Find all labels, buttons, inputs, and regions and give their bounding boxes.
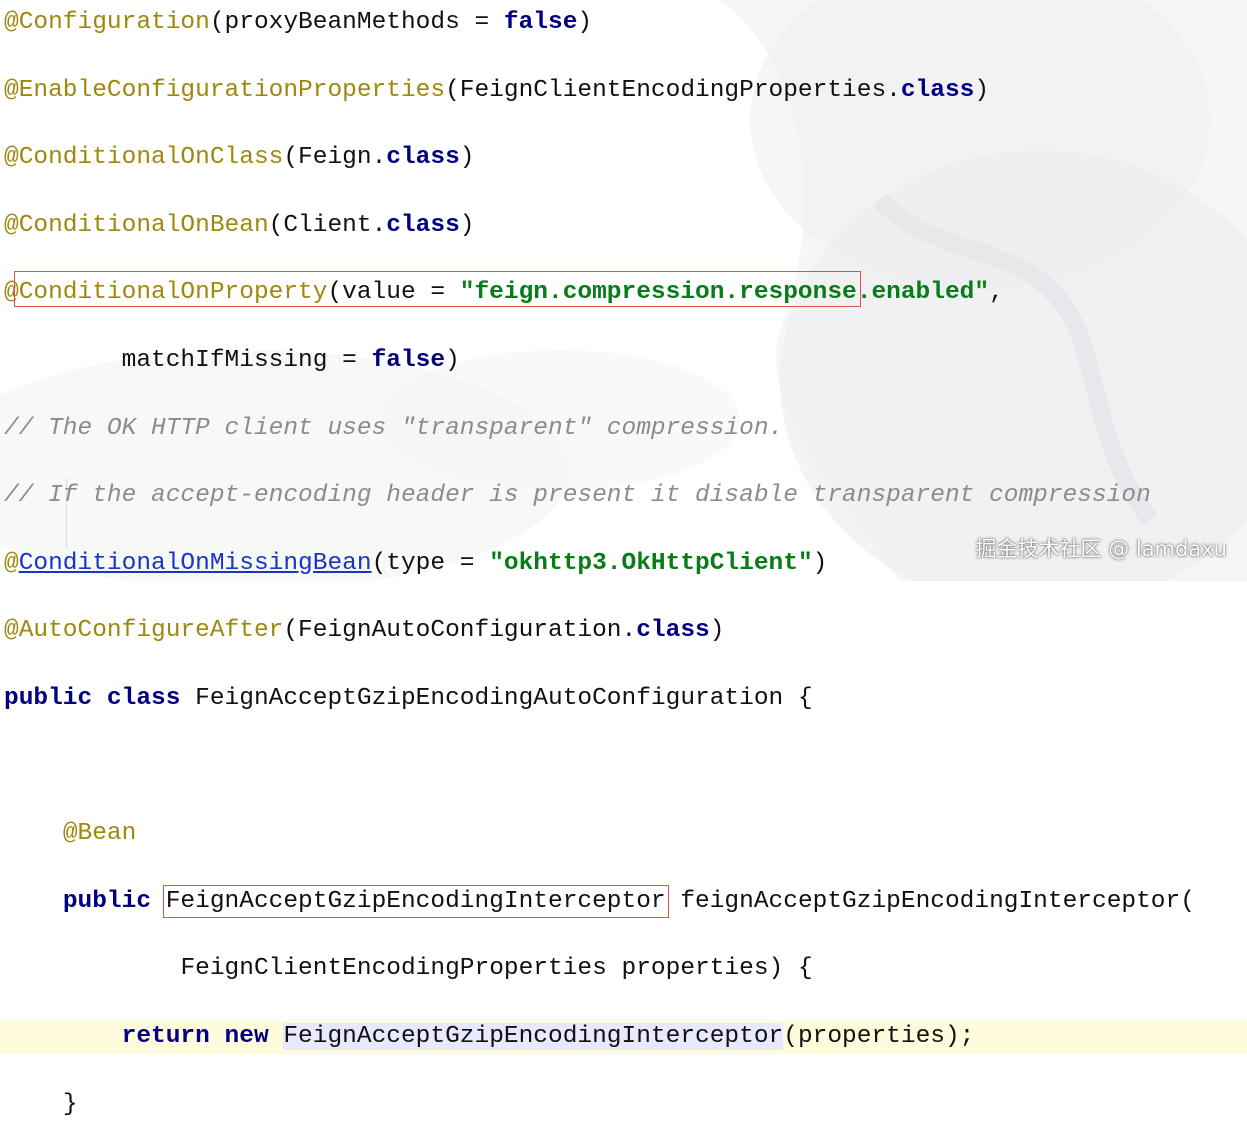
annotation: @AutoConfigureAfter (4, 617, 283, 644)
code-line-16-current: return new FeignAcceptGzipEncodingInterc… (0, 1020, 1247, 1054)
code-line-3: @ConditionalOnClass(Feign.class) (4, 141, 1247, 175)
annotation: @ConditionalOnClass (4, 144, 283, 171)
comment: // The OK HTTP client uses "transparent"… (4, 415, 783, 442)
code-line-14: public FeignAcceptGzipEncodingIntercepto… (4, 885, 1247, 919)
code-line-11: public class FeignAcceptGzipEncodingAuto… (4, 682, 1247, 716)
code-line-4: @ConditionalOnBean(Client.class) (4, 209, 1247, 243)
code-line-13: @Bean (4, 817, 1247, 851)
comment: // If the accept-encoding header is pres… (4, 482, 1151, 509)
code-line-15: FeignClientEncodingProperties properties… (4, 952, 1247, 986)
code-line-6: matchIfMissing = false) (4, 344, 1247, 378)
annotation: @Bean (63, 820, 137, 847)
code-line-12 (4, 750, 1247, 784)
code-line-5: @ConditionalOnProperty(value = "feign.co… (4, 276, 1247, 310)
annotation: @ConditionalOnBean (4, 212, 269, 239)
code-line-8: // If the accept-encoding header is pres… (4, 479, 1247, 513)
string-literal: "okhttp3.OkHttpClient" (489, 550, 812, 577)
string-literal: "feign.compression.response.enabled" (460, 279, 989, 306)
annotation: @ConditionalOnProperty (4, 279, 327, 306)
watermark: 掘金技术社区 @ lamdaxu (976, 533, 1227, 563)
conditional-on-missing-bean-link[interactable]: ConditionalOnMissingBean (19, 550, 372, 577)
interceptor-type-highlight[interactable]: FeignAcceptGzipEncodingInterceptor (166, 888, 666, 915)
annotation: @EnableConfigurationProperties (4, 77, 445, 104)
code-editor[interactable]: @Configuration(proxyBeanMethods = false)… (4, 6, 1247, 1121)
code-line-10: @AutoConfigureAfter(FeignAutoConfigurati… (4, 614, 1247, 648)
code-line-7: // The OK HTTP client uses "transparent"… (4, 412, 1247, 446)
annotation: @Configuration (4, 9, 210, 36)
code-line-2: @EnableConfigurationProperties(FeignClie… (4, 74, 1247, 108)
code-line-1: @Configuration(proxyBeanMethods = false) (4, 6, 1247, 40)
interceptor-constructor-ref[interactable]: FeignAcceptGzipEncodingInterceptor (283, 1023, 783, 1050)
code-line-17: } (4, 1088, 1247, 1121)
